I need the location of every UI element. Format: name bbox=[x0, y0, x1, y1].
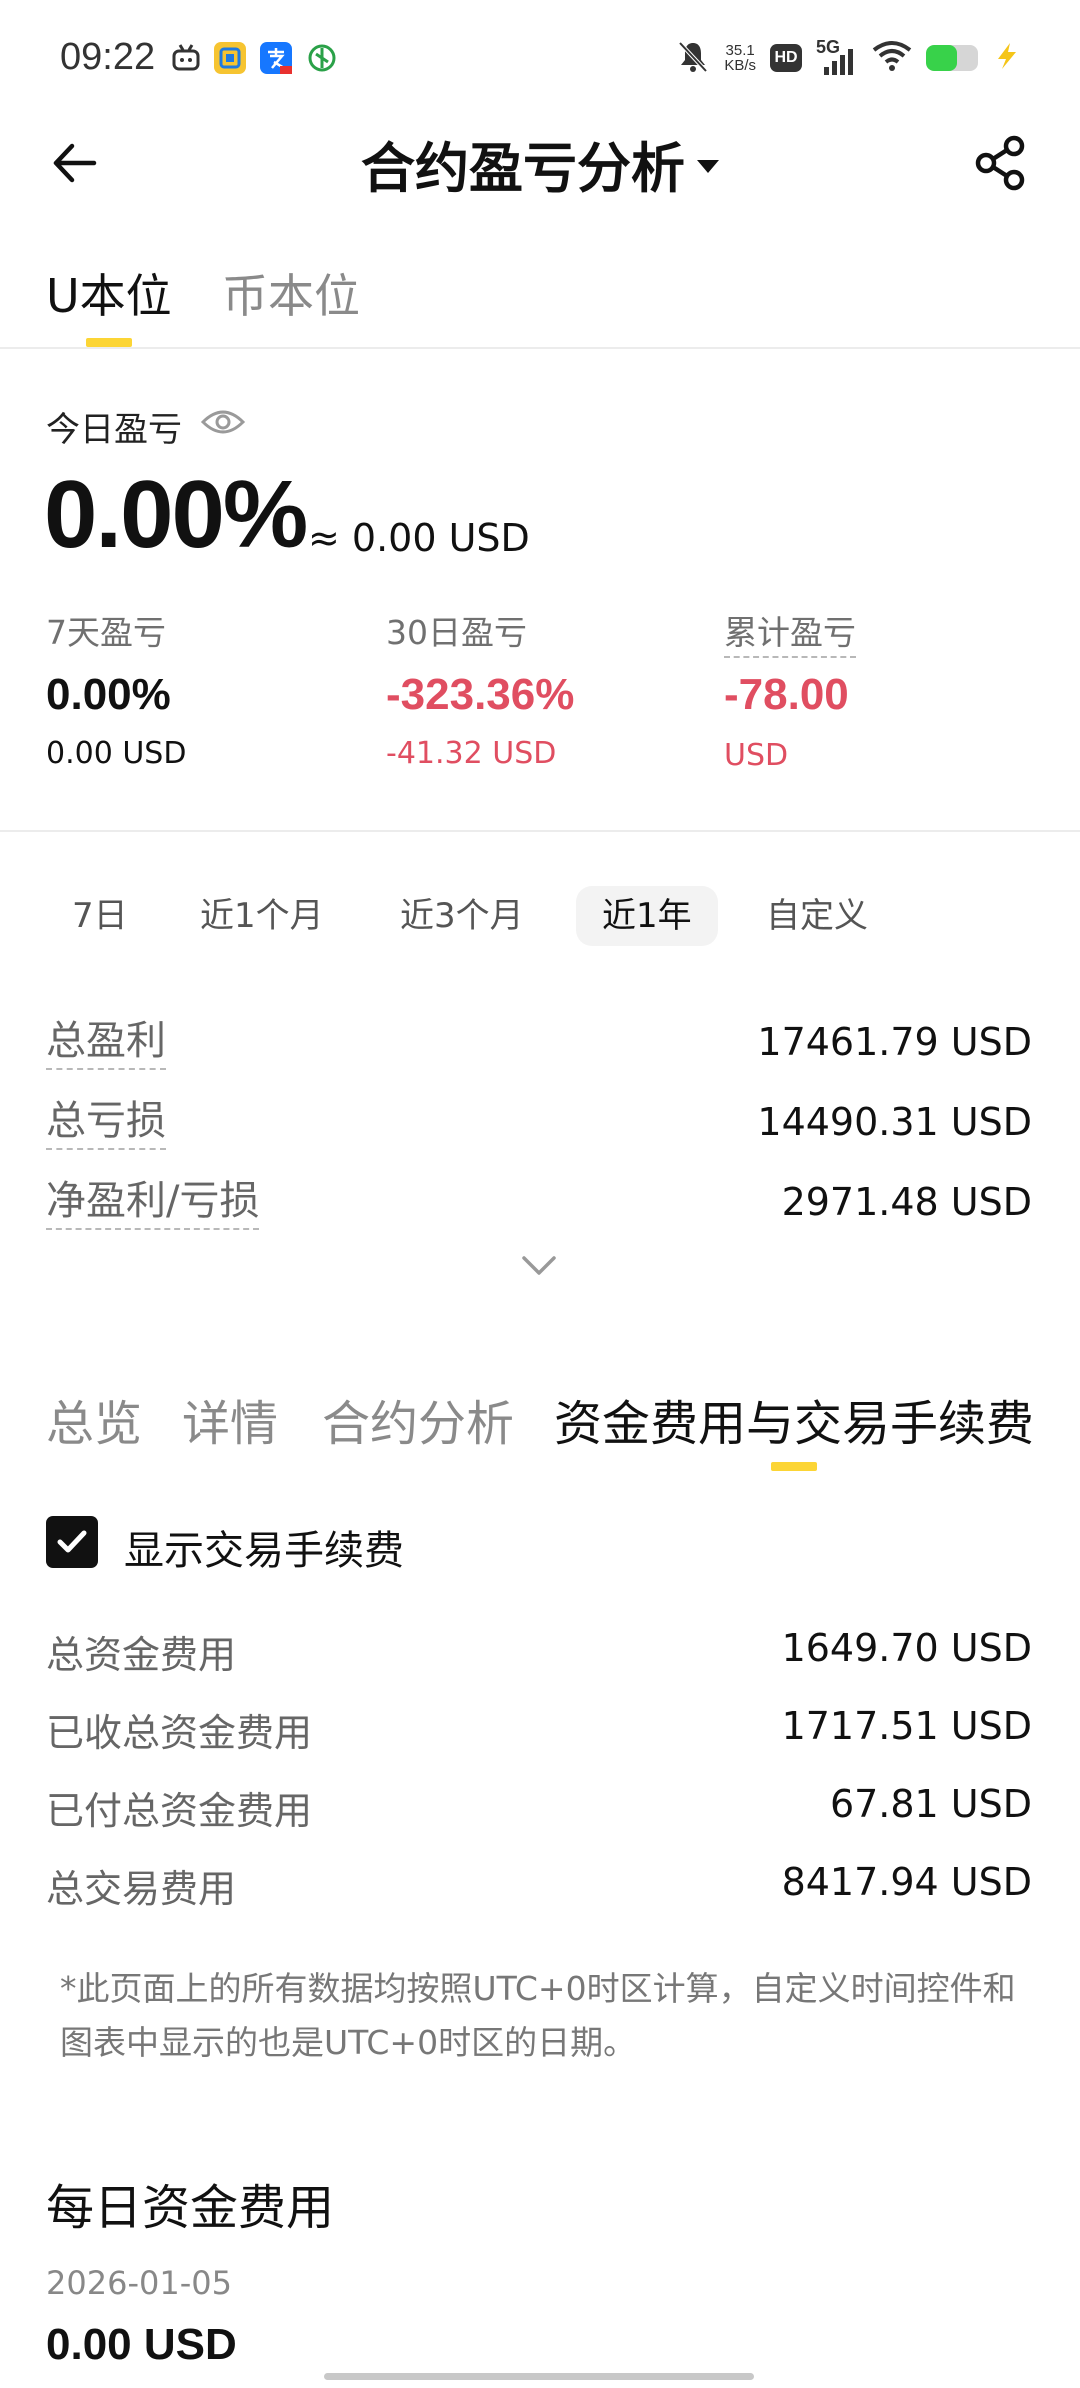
charging-icon bbox=[992, 41, 1022, 75]
toggle-visibility-button[interactable] bbox=[200, 402, 246, 442]
tab-contract-analysis[interactable]: 合约分析 bbox=[322, 1384, 514, 1454]
fee-row-label: 已付总资金费用 bbox=[46, 1789, 313, 1833]
timezone-note: *此页面上的所有数据均按照UTC+0时区计算，自定义时间控件和图表中显示的也是U… bbox=[60, 1969, 1016, 2062]
expand-button[interactable] bbox=[518, 1252, 560, 1280]
stat-7d-usd: 0.00 USD bbox=[46, 736, 187, 771]
today-pnl-percent: 0.00% bbox=[44, 461, 308, 568]
alipay-icon bbox=[260, 42, 292, 74]
stat-cumulative-label[interactable]: 累计盈亏 bbox=[724, 606, 856, 658]
show-fees-label[interactable]: 显示交易手续费 bbox=[124, 1518, 404, 1576]
total-loss-value: 14490.31 USD bbox=[757, 1100, 1032, 1144]
stat-7d-value: 0.00% bbox=[46, 670, 171, 719]
status-time: 09:22 bbox=[60, 36, 156, 78]
tab-u-margined[interactable]: U本位 bbox=[46, 260, 172, 326]
bilibili-icon bbox=[170, 42, 202, 74]
browser-app-icon bbox=[214, 42, 246, 74]
show-fees-checkbox[interactable] bbox=[46, 1516, 98, 1568]
total-profit-value: 17461.79 USD bbox=[757, 1020, 1032, 1064]
fee-row-label: 已收总资金费用 bbox=[46, 1711, 313, 1755]
green-app-icon bbox=[306, 42, 338, 74]
share-icon bbox=[975, 135, 1025, 191]
tab-active-indicator bbox=[86, 338, 132, 347]
stat-cumulative-value: -78.00 bbox=[724, 670, 849, 719]
total-loss-label[interactable]: 总亏损 bbox=[46, 1088, 166, 1150]
range-tab-custom[interactable]: 自定义 bbox=[740, 886, 894, 946]
stat-30d-label: 30日盈亏 bbox=[386, 613, 527, 652]
daily-funding-title: 每日资金费用 bbox=[46, 2180, 335, 2236]
daily-funding-date: 2026-01-05 bbox=[46, 2264, 232, 2302]
daily-funding-value: 0.00 USD bbox=[46, 2320, 237, 2369]
cellular-signal-icon: 5G bbox=[816, 37, 858, 75]
net-pnl-label[interactable]: 净盈利/亏损 bbox=[46, 1168, 260, 1230]
tab-active-indicator bbox=[771, 1462, 817, 1471]
fee-row-value: 67.81 USD bbox=[829, 1782, 1032, 1826]
mute-bell-icon bbox=[676, 39, 710, 77]
stat-30d-value: -323.36% bbox=[386, 670, 575, 719]
checkmark-icon bbox=[57, 1530, 87, 1553]
caret-down-icon bbox=[697, 159, 719, 173]
stat-7d-label: 7天盈亏 bbox=[46, 613, 166, 652]
page-title: 合约盈亏分析 bbox=[361, 137, 685, 200]
today-pnl-usd: ≈ 0.00 USD bbox=[308, 516, 530, 560]
range-tab-3m[interactable]: 近3个月 bbox=[374, 886, 550, 946]
total-profit-label[interactable]: 总盈利 bbox=[46, 1008, 166, 1070]
page-title-dropdown[interactable]: 合约盈亏分析 bbox=[0, 124, 1080, 203]
hd-badge: HD bbox=[770, 44, 802, 72]
network-speed-value: 35.1 bbox=[725, 42, 755, 59]
share-button[interactable] bbox=[972, 134, 1030, 192]
chevron-down-icon bbox=[522, 1256, 556, 1275]
divider bbox=[0, 347, 1080, 349]
range-tab-7d[interactable]: 7日 bbox=[46, 886, 154, 946]
stat-30d-usd: -41.32 USD bbox=[386, 736, 557, 771]
home-indicator[interactable] bbox=[324, 2373, 754, 2380]
fee-row-value: 8417.94 USD bbox=[781, 1860, 1032, 1904]
network-speed-unit: KB/s bbox=[724, 57, 756, 74]
divider bbox=[0, 830, 1080, 832]
tab-coin-margined[interactable]: 币本位 bbox=[222, 260, 360, 326]
battery-level bbox=[926, 45, 958, 71]
fee-row-value: 1717.51 USD bbox=[781, 1704, 1032, 1748]
wifi-icon bbox=[872, 40, 912, 76]
fee-row-value: 1649.70 USD bbox=[781, 1626, 1032, 1670]
network-speed: 35.1 KB/s bbox=[724, 43, 756, 73]
tab-details[interactable]: 详情 bbox=[182, 1384, 278, 1454]
range-tab-1y[interactable]: 近1年 bbox=[576, 886, 718, 946]
tab-funding-fees[interactable]: 资金费用与交易手续费 bbox=[554, 1384, 1034, 1454]
net-pnl-value: 2971.48 USD bbox=[781, 1180, 1032, 1224]
status-icons: 35.1 KB/s HD 5G bbox=[676, 37, 1022, 78]
stat-cumulative-unit: USD bbox=[724, 738, 789, 773]
today-pnl-label: 今日盈亏 bbox=[46, 410, 182, 450]
tab-overview[interactable]: 总览 bbox=[46, 1384, 142, 1454]
battery-icon bbox=[926, 45, 978, 71]
eye-icon bbox=[200, 410, 246, 434]
fee-row-label: 总交易费用 bbox=[46, 1867, 237, 1911]
range-tab-1m[interactable]: 近1个月 bbox=[174, 886, 350, 946]
fee-row-label: 总资金费用 bbox=[46, 1633, 237, 1677]
